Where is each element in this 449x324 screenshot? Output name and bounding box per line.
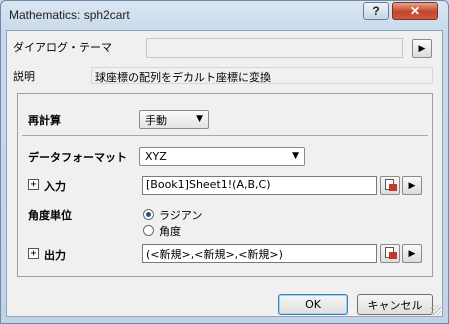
range-picker-icon (384, 247, 397, 260)
play-arrow-icon: ▶ (408, 180, 416, 191)
recalculate-value: 手動 (145, 113, 167, 127)
play-arrow-icon: ▶ (408, 248, 416, 259)
output-menu-button[interactable]: ▶ (402, 244, 422, 263)
input-expand-icon[interactable]: + (28, 179, 39, 190)
help-button[interactable]: ? (363, 2, 389, 20)
dialog-window: Mathematics: sph2cart ? ✕ ダイアログ・テーマ ▶ 説明… (0, 0, 449, 324)
radio-radian-label[interactable]: ラジアン (159, 207, 202, 223)
radio-degree-label[interactable]: 角度 (159, 223, 181, 239)
range-picker-icon (384, 179, 397, 192)
close-button[interactable]: ✕ (392, 2, 438, 20)
radio-degree[interactable] (143, 225, 154, 236)
input-menu-button[interactable]: ▶ (402, 176, 422, 195)
title-bar[interactable]: Mathematics: sph2cart ? ✕ (1, 1, 448, 29)
dialog-body: ダイアログ・テーマ ▶ 説明 球座標の配列をデカルト座標に変換 再計算 手動 ▼… (6, 30, 443, 317)
output-range-picker-button[interactable] (380, 244, 400, 263)
description-label: 説明 (13, 70, 35, 83)
angle-unit-label: 角度単位 (28, 209, 72, 222)
play-arrow-icon: ▶ (418, 43, 426, 54)
window-title: Mathematics: sph2cart (9, 8, 130, 22)
dialog-theme-field[interactable] (146, 38, 403, 58)
cancel-button[interactable]: キャンセル (357, 294, 433, 315)
resize-grip-icon[interactable] (431, 305, 441, 315)
data-format-label: データフォーマット (28, 151, 127, 164)
dialog-theme-menu-button[interactable]: ▶ (412, 39, 432, 58)
settings-group: 再計算 手動 ▼ データフォーマット XYZ ▼ + 入力 [Book1]She… (17, 93, 433, 277)
output-range-field[interactable]: (<新規>,<新規>,<新規>) (142, 244, 377, 263)
chevron-down-icon: ▼ (292, 151, 299, 161)
description-text: 球座標の配列をデカルト座標に変換 (91, 67, 433, 84)
chevron-down-icon: ▼ (196, 114, 203, 124)
radio-radian[interactable] (143, 209, 154, 220)
output-label: 出力 (44, 249, 66, 262)
input-range-picker-button[interactable] (380, 176, 400, 195)
recalculate-dropdown[interactable]: 手動 ▼ (139, 110, 209, 129)
data-format-value: XYZ (145, 150, 167, 163)
data-format-dropdown[interactable]: XYZ ▼ (139, 147, 305, 166)
output-expand-icon[interactable]: + (28, 248, 39, 259)
divider (22, 135, 428, 136)
ok-button[interactable]: OK (278, 294, 348, 315)
dialog-theme-label: ダイアログ・テーマ (13, 41, 112, 54)
recalculate-label: 再計算 (28, 114, 61, 127)
input-range-field[interactable]: [Book1]Sheet1!(A,B,C) (142, 176, 377, 195)
input-label: 入力 (44, 180, 66, 193)
